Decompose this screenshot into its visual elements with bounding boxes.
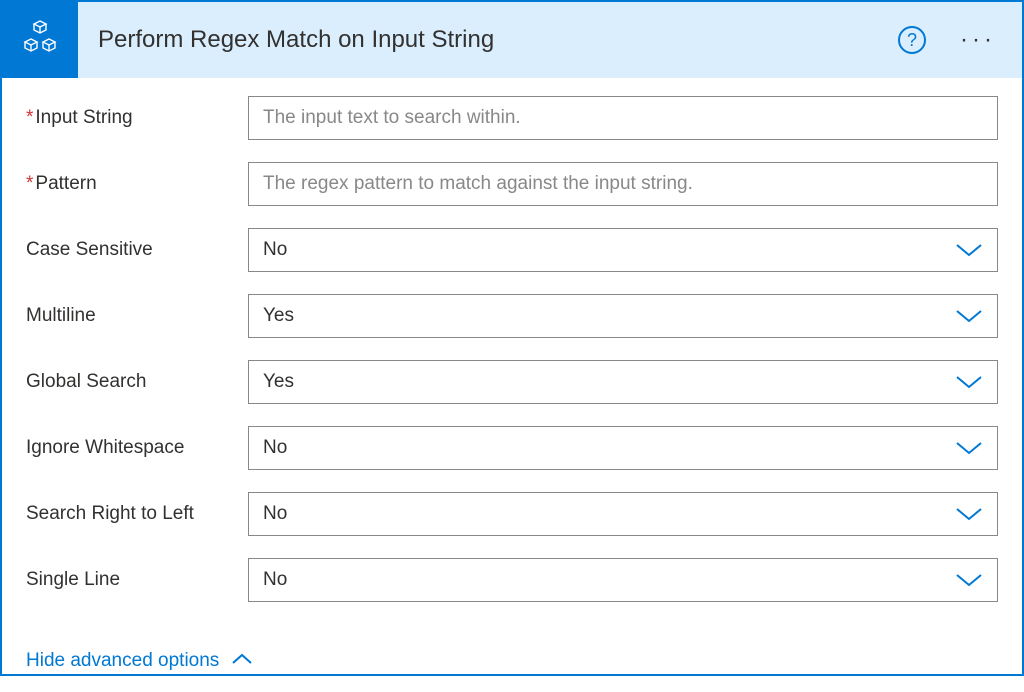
chevron-down-icon (955, 440, 983, 456)
chevron-down-icon (955, 374, 983, 390)
card-title: Perform Regex Match on Input String (78, 26, 898, 54)
row-ignore-whitespace: Ignore Whitespace No (26, 426, 998, 470)
label-pattern: *Pattern (26, 173, 248, 195)
label-input-string: *Input String (26, 107, 248, 129)
ignore-whitespace-select[interactable]: No (248, 426, 998, 470)
label-ignore-whitespace: Ignore Whitespace (26, 437, 248, 459)
row-case-sensitive: Case Sensitive No (26, 228, 998, 272)
label-right-to-left: Search Right to Left (26, 503, 248, 525)
chevron-down-icon (955, 308, 983, 324)
label-multiline: Multiline (26, 305, 248, 327)
chevron-down-icon (955, 242, 983, 258)
case-sensitive-value: No (263, 239, 287, 261)
action-card: Perform Regex Match on Input String ? ··… (0, 0, 1024, 676)
single-line-select[interactable]: No (248, 558, 998, 602)
global-search-value: Yes (263, 371, 294, 393)
case-sensitive-select[interactable]: No (248, 228, 998, 272)
cubes-icon (18, 16, 62, 65)
right-to-left-select[interactable]: No (248, 492, 998, 536)
chevron-up-icon (231, 650, 253, 672)
label-single-line: Single Line (26, 569, 248, 591)
header-actions: ? ··· (898, 26, 1002, 54)
row-pattern: *Pattern (26, 162, 998, 206)
multiline-value: Yes (263, 305, 294, 327)
label-case-sensitive: Case Sensitive (26, 239, 248, 261)
pattern-field[interactable] (248, 162, 998, 206)
label-global-search: Global Search (26, 371, 248, 393)
single-line-value: No (263, 569, 287, 591)
chevron-down-icon (955, 506, 983, 522)
hide-advanced-options-link[interactable]: Hide advanced options (26, 650, 253, 672)
right-to-left-value: No (263, 503, 287, 525)
input-string-field[interactable] (248, 96, 998, 140)
row-single-line: Single Line No (26, 558, 998, 602)
advanced-toggle-label: Hide advanced options (26, 650, 219, 672)
required-marker: * (26, 107, 33, 128)
row-input-string: *Input String (26, 96, 998, 140)
global-search-select[interactable]: Yes (248, 360, 998, 404)
more-menu-button[interactable]: ··· (954, 28, 1002, 52)
connector-icon-box (2, 2, 78, 78)
help-icon[interactable]: ? (898, 26, 926, 54)
required-marker: * (26, 173, 33, 194)
row-multiline: Multiline Yes (26, 294, 998, 338)
form-body: *Input String *Pattern Case Sensitive No (2, 78, 1022, 624)
chevron-down-icon (955, 572, 983, 588)
advanced-options-section: Hide advanced options (2, 650, 1022, 692)
row-right-to-left: Search Right to Left No (26, 492, 998, 536)
multiline-select[interactable]: Yes (248, 294, 998, 338)
card-header: Perform Regex Match on Input String ? ··… (2, 2, 1022, 78)
ignore-whitespace-value: No (263, 437, 287, 459)
row-global-search: Global Search Yes (26, 360, 998, 404)
